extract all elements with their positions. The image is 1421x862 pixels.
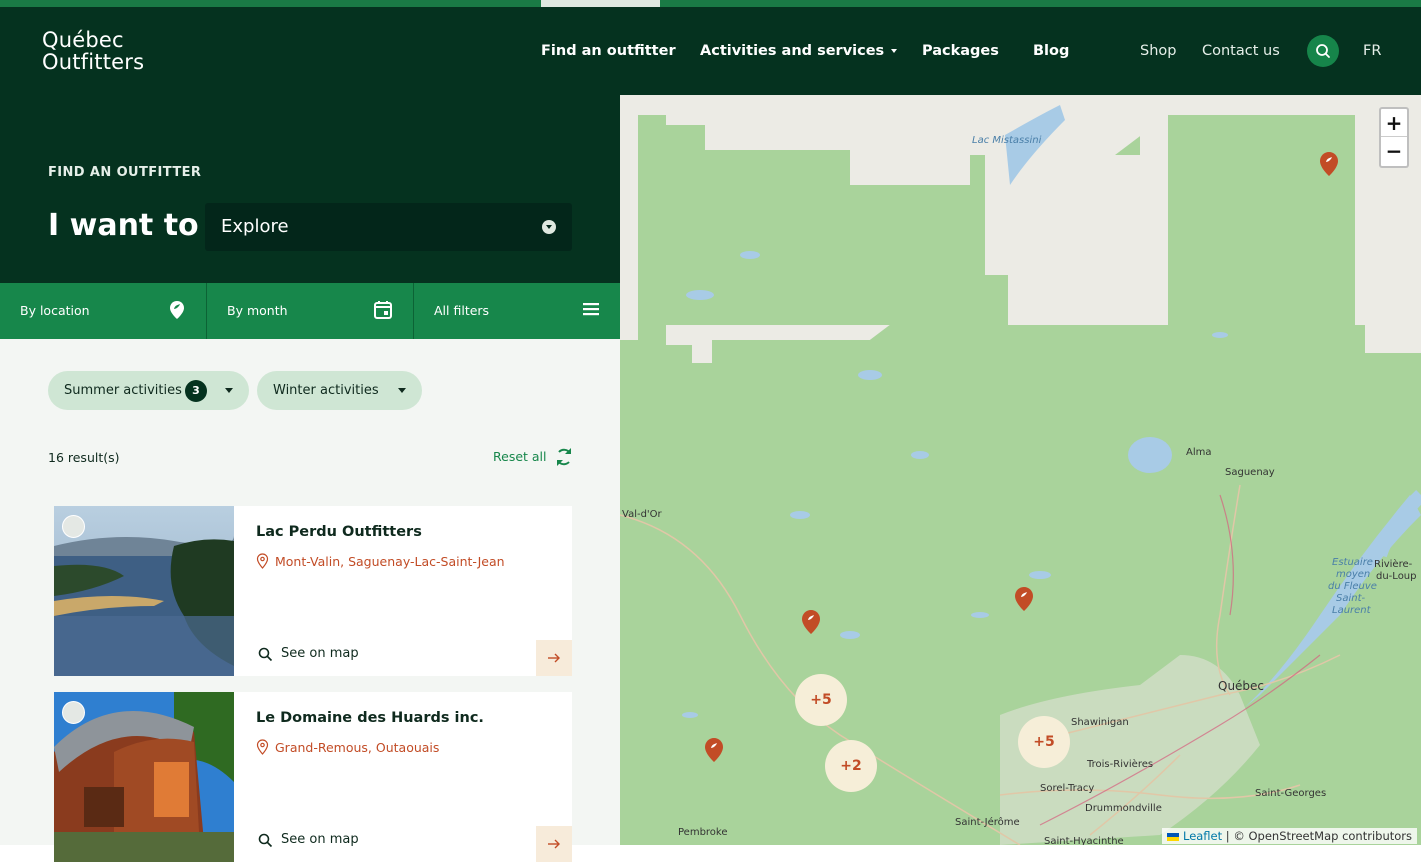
chevron-down-icon [542,220,556,234]
map-label: Shawinigan [1071,717,1129,728]
open-outfitter-button[interactable] [536,640,572,676]
logo-line-2: Outfitters [42,50,145,74]
nav-find-outfitter[interactable]: Find an outfitter [541,43,676,59]
top-accent-stripe [0,0,1421,7]
outfitter-title[interactable]: Le Domaine des Huards inc. [256,710,484,726]
intent-select-value: Explore [221,216,289,237]
outfitter-photo [54,506,234,676]
intent-select[interactable]: Explore [205,203,572,251]
leaflet-link[interactable]: Leaflet [1183,829,1222,843]
map-label: Saint- [1336,593,1366,604]
map-label: Saint-Hyacinthe [1044,836,1124,845]
filter-month-label: By month [227,303,288,318]
filter-bar: By location By month All filters [0,283,620,339]
chip-summer-activities[interactable]: Summer activities 3 [48,371,249,410]
arrow-right-icon [548,839,560,849]
map-label: Lac Mistassini [972,135,1042,146]
location-pin-icon [256,553,269,569]
chevron-down-icon [225,388,233,393]
active-nav-indicator [541,0,660,7]
open-outfitter-button[interactable] [536,826,572,862]
calendar-icon [374,301,392,319]
filter-all-label: All filters [434,303,490,318]
map-label: du-Loup [1376,571,1417,582]
zoom-in-button[interactable]: + [1381,109,1407,137]
outfitter-card[interactable]: Lac Perdu Outfitters Mont-Valin, Saguena… [54,506,572,676]
map-cluster[interactable]: +5 [795,674,847,726]
zoom-out-button[interactable]: − [1381,137,1407,165]
map-label: Trois-Rivières [1087,759,1154,770]
search-icon [258,833,273,848]
results-panel: Summer activities 3 Winter activities 16… [0,339,620,862]
map-label: moyen [1336,569,1371,580]
arrow-right-icon [548,653,560,663]
compare-radio[interactable] [62,515,85,538]
map-label: Québec [1218,679,1265,693]
logo-line-1: Québec [42,28,124,52]
chevron-down-icon [398,388,406,393]
map-label: Pembroke [678,827,728,838]
map-label: Sorel-Tracy [1040,783,1095,794]
map-label: Rivière- [1374,559,1413,570]
nav-activities-label: Activities and services [700,43,885,59]
chevron-down-icon [891,49,898,53]
map-marker[interactable] [1014,586,1034,612]
filter-location-label: By location [20,303,90,318]
chip-summer-count: 3 [185,380,207,402]
nav-blog[interactable]: Blog [1033,43,1069,59]
location-pin-icon [170,301,184,319]
outfitter-location: Grand-Remous, Outaouais [275,740,440,755]
nav-packages[interactable]: Packages [922,43,999,59]
site-header: Québec Outfitters Find an outfitter Acti… [0,7,1421,95]
map-label: Drummondville [1085,803,1162,814]
i-want-to-label: I want to [48,208,199,243]
refresh-icon[interactable] [554,446,574,468]
osm-attribution[interactable]: | © OpenStreetMap contributors [1226,829,1412,843]
search-icon [258,647,273,662]
site-logo[interactable]: Québec Outfitters [42,29,144,73]
language-switch[interactable]: FR [1363,43,1381,59]
map-label: Laurent [1332,605,1371,616]
location-pin-icon [256,739,269,755]
search-hero: FIND AN OUTFITTER I want to Explore [0,95,620,283]
map-label: Saint-Jérôme [955,817,1020,828]
map-cluster[interactable]: +2 [825,740,877,792]
filter-by-location[interactable]: By location [0,283,207,339]
menu-icon [583,303,599,316]
reset-all-button[interactable]: Reset all [493,449,547,464]
outfitter-title[interactable]: Lac Perdu Outfitters [256,524,422,540]
nav-activities[interactable]: Activities and services [700,43,898,59]
nav-contact[interactable]: Contact us [1202,43,1280,59]
compare-radio[interactable] [62,701,85,724]
chip-winter-label: Winter activities [273,383,379,398]
map-marker[interactable] [704,737,724,763]
outfitter-card[interactable]: Le Domaine des Huards inc. Grand-Remous,… [54,692,572,862]
filter-all[interactable]: All filters [414,283,620,339]
see-on-map-link[interactable]: See on map [281,646,359,661]
chip-winter-activities[interactable]: Winter activities [257,371,422,410]
map-zoom-control: + − [1379,107,1409,168]
map-label: du Fleuve [1328,581,1377,592]
filter-by-month[interactable]: By month [207,283,414,339]
search-icon [1316,44,1330,58]
map-cluster[interactable]: +5 [1018,716,1070,768]
map-attribution: Leaflet | © OpenStreetMap contributors [1162,828,1417,844]
map-label: Val-d'Or [622,509,662,520]
search-button[interactable] [1307,35,1339,67]
map-label: Saint-Georges [1255,788,1327,799]
map-label: Saguenay [1225,467,1275,478]
outfitter-photo [54,692,234,862]
outfitter-location: Mont-Valin, Saguenay-Lac-Saint-Jean [275,554,505,569]
map-marker[interactable] [801,609,821,635]
map-marker[interactable] [1319,151,1339,177]
outfitter-map[interactable]: Lac Mistassini Alma Saguenay Val-d'Or Es… [620,95,1421,845]
map-label: Alma [1186,447,1212,458]
flag-icon [1167,832,1180,841]
chip-summer-label: Summer activities [64,383,182,398]
result-count: 16 result(s) [48,450,120,465]
section-eyebrow: FIND AN OUTFITTER [48,165,202,180]
nav-shop[interactable]: Shop [1140,43,1176,59]
map-label: Estuaire [1332,557,1373,568]
